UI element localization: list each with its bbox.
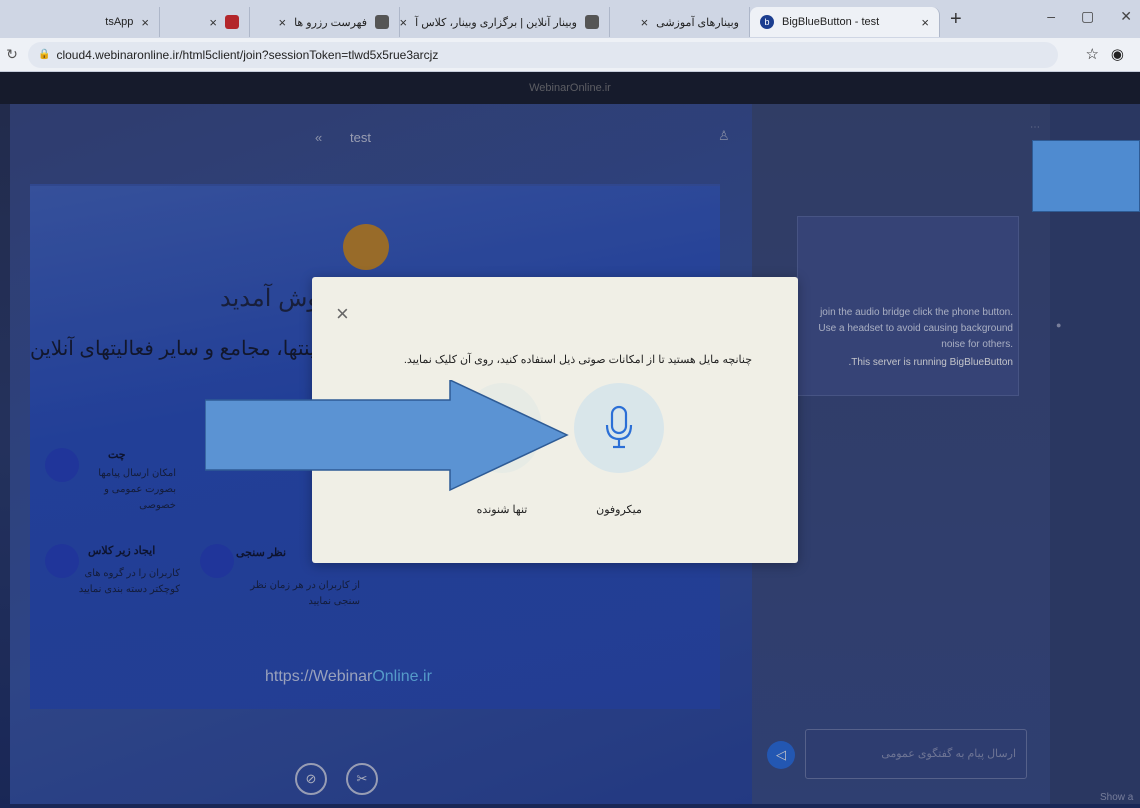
tab-title: وبینار آنلاین | برگزاری وبینار، کلاس آ [415, 16, 577, 29]
tab-webinar-online[interactable]: وبینار آنلاین | برگزاری وبینار، کلاس آ × [400, 7, 610, 37]
tab-close-icon[interactable]: × [141, 15, 149, 30]
tab-whatsapp[interactable]: × tsApp [0, 7, 160, 37]
tab-title: tsApp [105, 16, 134, 28]
tab-close-icon[interactable]: × [400, 15, 407, 30]
annotation-box [1032, 140, 1140, 212]
screenshot-root: × tsApp × فهرست رزرو ها × وبینار آنلاین … [0, 0, 1140, 808]
microphone-label: میکروفون [596, 504, 642, 516]
toolbar-icons: ☆ ◉ [1085, 45, 1124, 63]
tab-close-icon[interactable]: × [921, 15, 929, 30]
tab-favicon-icon [585, 15, 599, 29]
minimize-icon[interactable]: – [1047, 8, 1055, 25]
address-bar[interactable]: 🔒 cloud4.webinaronline.ir/html5client/jo… [28, 41, 1058, 68]
close-window-icon[interactable]: ✕ [1120, 8, 1132, 25]
tab-title: وبینارهای آموزشی [656, 16, 739, 29]
modal-question: چنانچه مایل هستید تا از امکانات صوتی ذیل… [403, 354, 752, 366]
tab-unnamed[interactable]: × [160, 7, 250, 37]
browser-tab-strip: × tsApp × فهرست رزرو ها × وبینار آنلاین … [0, 0, 1140, 38]
annotation-arrow-icon [205, 380, 569, 492]
tab-title: فهرست رزرو ها [294, 16, 367, 29]
tab-close-icon[interactable]: × [209, 15, 217, 30]
tab-training-webinars[interactable]: وبینارهای آموزشی × [610, 7, 750, 37]
close-modal-button[interactable]: × [336, 303, 349, 325]
tab-close-icon[interactable]: × [278, 15, 286, 30]
tab-bigbluebutton[interactable]: b BigBlueButton - test × [750, 7, 940, 37]
microphone-button[interactable] [574, 383, 664, 473]
tab-title: BigBlueButton - test [782, 16, 880, 28]
microphone-icon [605, 405, 633, 449]
new-tab-button[interactable]: + [940, 8, 972, 31]
bigbluebutton-favicon-icon: b [760, 15, 774, 29]
browser-toolbar: ↻ 🔒 cloud4.webinaronline.ir/html5client/… [0, 38, 1140, 72]
tab-favicon-icon [225, 15, 239, 29]
window-controls: – ▢ ✕ [1047, 8, 1132, 25]
listen-only-label: تنها شنونده [476, 504, 528, 516]
reload-icon[interactable]: ↻ [0, 46, 24, 63]
lock-icon[interactable]: 🔒 [38, 49, 50, 60]
bookmark-star-icon[interactable]: ☆ [1085, 45, 1098, 63]
url-text: cloud4.webinaronline.ir/html5client/join… [56, 47, 439, 62]
tab-favicon-icon [375, 15, 389, 29]
profile-icon[interactable]: ◉ [1111, 45, 1124, 63]
tab-reservations[interactable]: فهرست رزرو ها × [250, 7, 400, 37]
tab-close-icon[interactable]: × [641, 15, 649, 30]
maximize-icon[interactable]: ▢ [1081, 8, 1094, 25]
